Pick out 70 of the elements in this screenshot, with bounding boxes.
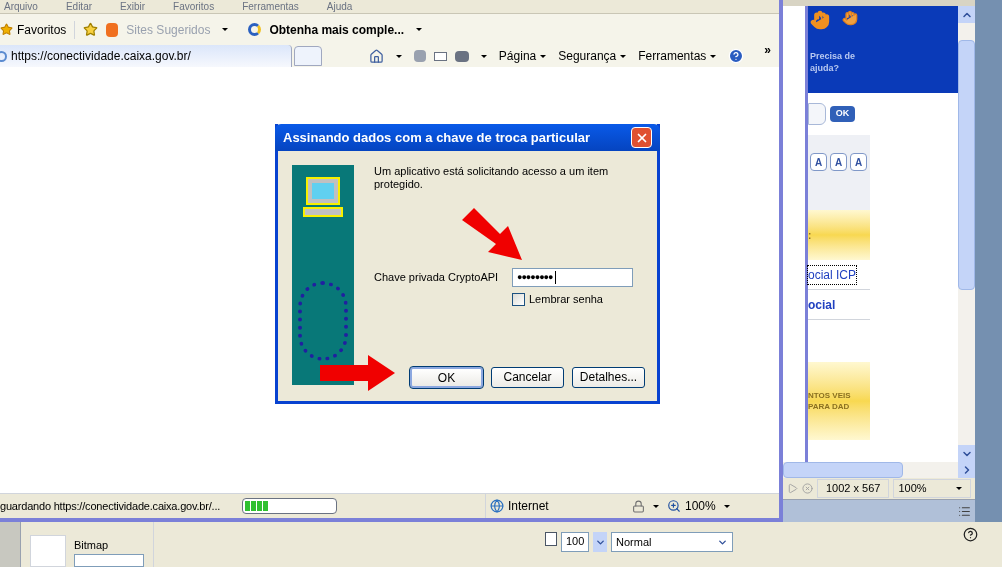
help-text: Precisa de ajuda? [810, 50, 857, 74]
list-options-icon[interactable] [958, 504, 971, 518]
favorite-link[interactable]: Obtenha mais comple... [269, 20, 405, 39]
command-menu[interactable]: Ferramentas [638, 47, 721, 65]
add-favorite-icon[interactable] [83, 22, 99, 37]
size-text: 1002 x 567 [817, 479, 890, 498]
zone-text: Internet [508, 498, 550, 515]
layer-field[interactable] [74, 553, 144, 567]
caret-icon[interactable] [956, 487, 962, 490]
side-link[interactable]: ocial [808, 295, 836, 314]
opacity-field[interactable]: 100 [561, 532, 589, 552]
favorites-button[interactable]: Favoritos [17, 20, 76, 39]
search-field[interactable] [808, 103, 826, 125]
caret-icon[interactable] [416, 28, 423, 31]
caret-icon[interactable] [540, 54, 547, 58]
menu-item[interactable]: Editar [65, 1, 93, 12]
search-button[interactable]: OK [830, 106, 855, 122]
hand-icon [810, 10, 830, 30]
overflow-button[interactable]: » [764, 41, 771, 59]
command-menu[interactable]: Segurança [558, 47, 631, 65]
ie-icon [248, 23, 262, 36]
dialog-message: Um aplicativo está solicitando acesso a um item protegido. [374, 165, 610, 191]
menu-item[interactable]: Favoritos [173, 1, 215, 12]
caret-icon[interactable] [653, 504, 659, 508]
arrow-drawing [462, 208, 524, 262]
zoom-select[interactable]: 100% [893, 479, 971, 498]
hand-icon [842, 10, 858, 26]
menu-item[interactable]: Exibir [120, 1, 146, 12]
lock-icon[interactable] [632, 499, 645, 513]
status-text: guardando https://conectividade.caixa.gov.br/... [0, 498, 222, 514]
layer-thumbnail[interactable] [30, 535, 66, 567]
vertical-scrollbar[interactable] [958, 6, 975, 462]
menu-item[interactable]: Ajuda [326, 1, 353, 12]
caret-icon[interactable] [710, 54, 717, 58]
caret-icon[interactable] [723, 504, 730, 508]
checkbox-label[interactable]: Lembrar senha [529, 291, 603, 308]
address-tab[interactable]: https://conectividade.caixa.gov.br/ [0, 45, 292, 67]
banner: : [808, 210, 870, 260]
horizontal-scrollbar[interactable] [783, 462, 903, 478]
caret-icon[interactable] [480, 54, 487, 58]
dialog-title: Assinando dados com a chave de troca particular [283, 128, 591, 147]
opacity-icon [545, 532, 557, 546]
caret-icon[interactable] [222, 28, 229, 31]
scroll-thumb[interactable] [958, 40, 975, 290]
globe-icon [490, 499, 504, 513]
help-icon[interactable] [963, 527, 978, 542]
zoom-level[interactable]: 100% [685, 497, 716, 515]
dialog-button[interactable]: Detalhes... [572, 366, 645, 388]
dialog-button[interactable]: OK [410, 366, 483, 388]
checkbox[interactable] [512, 292, 525, 306]
caret-icon[interactable] [620, 54, 627, 58]
blend-select[interactable]: Normal [611, 532, 733, 552]
dropdown-button[interactable] [593, 532, 607, 552]
home-icon[interactable] [368, 48, 384, 64]
layer-name: Bitmap [74, 538, 110, 553]
field-label: Chave privada CryptoAPI [374, 270, 500, 286]
menu-item[interactable]: Arquivo [4, 1, 38, 12]
banner: NTOS VEIS PARA DAD [808, 362, 870, 440]
menu-item[interactable]: Ferramentas [242, 1, 299, 12]
font-size-button[interactable]: A [830, 153, 847, 171]
caret-icon[interactable] [395, 54, 402, 58]
password-field[interactable]: ●●●●●●●● [512, 268, 633, 287]
dialog-button[interactable]: Cancelar [491, 366, 564, 388]
command-menu[interactable]: Página [498, 47, 551, 65]
zoom-icon[interactable] [667, 499, 681, 513]
font-size-button[interactable]: A [810, 153, 827, 171]
side-link[interactable]: ocial ICP [808, 265, 857, 284]
font-size-button[interactable]: A [850, 153, 867, 171]
star-icon [0, 23, 13, 36]
side-panel [0, 522, 20, 567]
